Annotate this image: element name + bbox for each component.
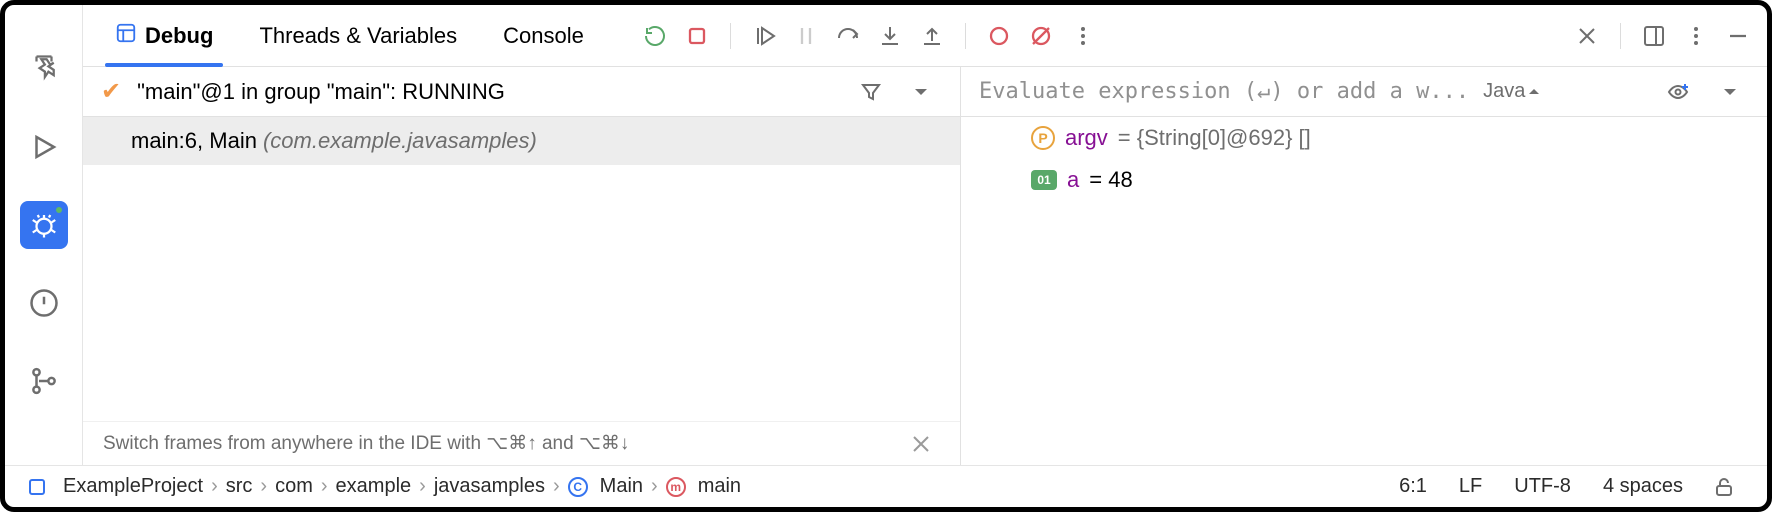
tool-rail: [5, 5, 83, 465]
debugger-panes: ✔ "main"@1 in group "main": RUNNING main…: [83, 67, 1767, 465]
frame-location: main:6, Main: [131, 128, 257, 154]
step-over-icon[interactable]: [829, 17, 867, 55]
evaluate-row[interactable]: Evaluate expression (↵) or add a w... Ja…: [961, 67, 1767, 117]
close-hint-icon[interactable]: [902, 425, 940, 463]
filter-icon[interactable]: [852, 73, 890, 111]
vars-dropdown-icon[interactable]: [1711, 73, 1749, 111]
breadcrumb-item[interactable]: com: [275, 475, 313, 498]
layout-settings-icon[interactable]: [1635, 17, 1673, 55]
divider: [1620, 23, 1621, 49]
tab-label: Threads & Variables: [259, 23, 457, 49]
breadcrumb-item[interactable]: Main: [600, 475, 643, 498]
stack-frame-row[interactable]: main:6, Main (com.example.javasamples): [83, 117, 960, 165]
class-icon: C: [568, 477, 588, 497]
indent-setting[interactable]: 4 spaces: [1593, 475, 1693, 498]
tab-threads-variables[interactable]: Threads & Variables: [241, 5, 475, 66]
var-name: a: [1067, 167, 1079, 193]
more-icon[interactable]: [1064, 17, 1102, 55]
step-into-icon[interactable]: [871, 17, 909, 55]
divider: [965, 23, 966, 49]
variables-pane: Evaluate expression (↵) or add a w... Ja…: [961, 67, 1767, 465]
vcs-tool-button[interactable]: [20, 357, 68, 405]
variable-row[interactable]: 01 a = 48: [961, 159, 1767, 201]
scope-chip[interactable]: Java: [1483, 80, 1539, 103]
variable-row[interactable]: P argv = {String[0]@692} []: [961, 117, 1767, 159]
close-icon[interactable]: [1568, 17, 1606, 55]
resume-icon[interactable]: [745, 17, 783, 55]
method-icon: m: [666, 477, 686, 497]
hint-text: Switch frames from anywhere in the IDE w…: [103, 432, 629, 455]
run-tool-button[interactable]: [20, 123, 68, 171]
tab-debug[interactable]: Debug: [97, 5, 231, 66]
evaluate-placeholder: Evaluate expression (↵) or add a w...: [979, 79, 1469, 104]
breadcrumb-item[interactable]: javasamples: [434, 475, 545, 498]
module-icon: [29, 479, 45, 495]
int-icon: 01: [1031, 170, 1057, 190]
minimize-icon[interactable]: [1719, 17, 1757, 55]
var-value: = {String[0]@692} []: [1118, 125, 1311, 151]
hint-row: Switch frames from anywhere in the IDE w…: [83, 421, 960, 465]
breadcrumbs[interactable]: ExampleProject› src› com› example› javas…: [63, 475, 741, 498]
tabs: Debug Threads & Variables Console: [83, 5, 602, 66]
debug-toolbar: Debug Threads & Variables Console: [83, 5, 1767, 67]
param-icon: P: [1031, 126, 1055, 150]
dropdown-icon[interactable]: [902, 73, 940, 111]
build-tool-button[interactable]: [20, 45, 68, 93]
options-icon[interactable]: [1677, 17, 1715, 55]
thread-header-row[interactable]: ✔ "main"@1 in group "main": RUNNING: [83, 67, 960, 117]
pause-icon[interactable]: [787, 17, 825, 55]
debug-tool-button[interactable]: [20, 201, 68, 249]
content-column: Debug Threads & Variables Console: [83, 5, 1767, 465]
add-watch-icon[interactable]: [1659, 73, 1697, 111]
frame-package: (com.example.javasamples): [263, 128, 537, 154]
step-out-icon[interactable]: [913, 17, 951, 55]
var-value: = 48: [1089, 167, 1132, 193]
line-separator[interactable]: LF: [1449, 475, 1492, 498]
status-bar: ExampleProject› src› com› example› javas…: [5, 465, 1767, 507]
app-frame: Debug Threads & Variables Console: [0, 0, 1772, 512]
frames-pane: ✔ "main"@1 in group "main": RUNNING main…: [83, 67, 961, 465]
tab-label: Debug: [145, 23, 213, 49]
var-name: argv: [1065, 125, 1108, 151]
breadcrumb-item[interactable]: src: [226, 475, 253, 498]
divider: [730, 23, 731, 49]
cursor-position[interactable]: 6:1: [1389, 475, 1437, 498]
breadcrumb-item[interactable]: example: [336, 475, 412, 498]
thread-status-text: "main"@1 in group "main": RUNNING: [137, 79, 505, 105]
readonly-lock-icon[interactable]: [1705, 468, 1743, 506]
check-icon: ✔: [101, 77, 121, 106]
main-area: Debug Threads & Variables Console: [5, 5, 1767, 465]
active-indicator-dot: [54, 205, 64, 215]
breadcrumb-item[interactable]: main: [698, 475, 741, 498]
tab-console[interactable]: Console: [485, 5, 602, 66]
view-breakpoints-icon[interactable]: [980, 17, 1018, 55]
breadcrumb-item[interactable]: ExampleProject: [63, 475, 203, 498]
stop-icon[interactable]: [678, 17, 716, 55]
encoding[interactable]: UTF-8: [1504, 475, 1581, 498]
tab-label: Console: [503, 23, 584, 49]
layout-icon: [115, 22, 137, 50]
problems-tool-button[interactable]: [20, 279, 68, 327]
mute-breakpoints-icon[interactable]: [1022, 17, 1060, 55]
rerun-icon[interactable]: [636, 17, 674, 55]
